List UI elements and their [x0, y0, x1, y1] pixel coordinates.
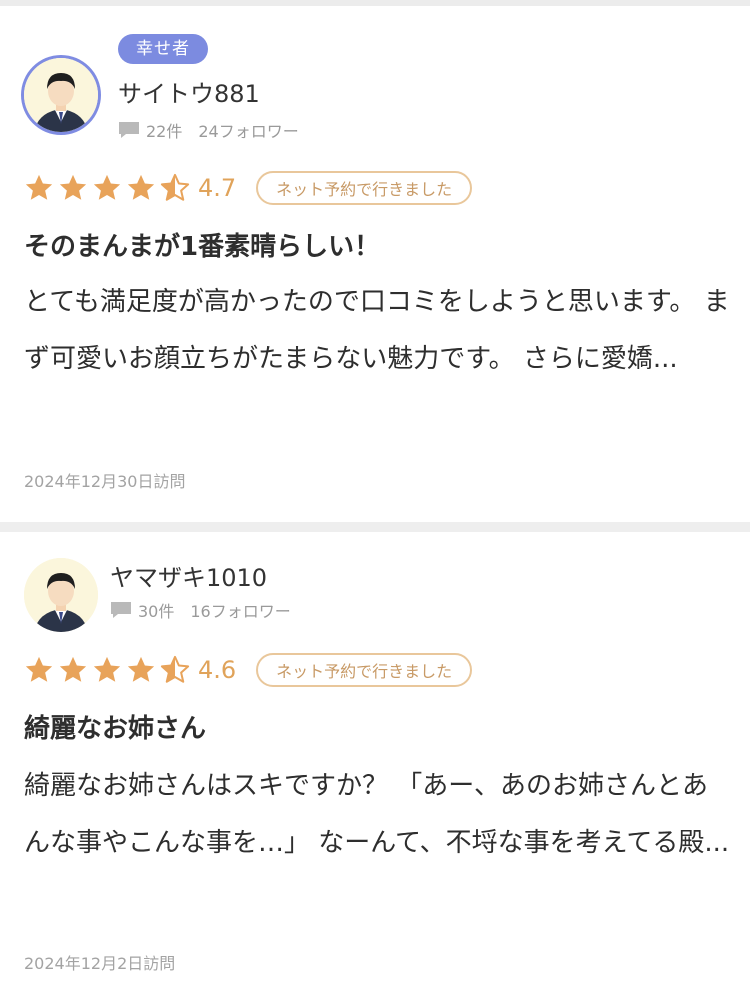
star-full-icon [25, 656, 53, 682]
booking-tag: ネット予約で行きました [256, 653, 473, 687]
visit-date: 2024年12月30日訪問 [24, 472, 186, 491]
user-rank-badge: 幸せ者 [118, 34, 208, 64]
rating-row: 4.7 ネット予約で行きました [24, 168, 473, 208]
rating-row: 4.6 ネット予約で行きました [24, 650, 473, 690]
post-count: 22件 [146, 122, 183, 141]
post-count: 30件 [138, 602, 175, 621]
star-full-icon [93, 174, 121, 200]
star-rating [24, 173, 194, 203]
user-avatar-icon [24, 558, 98, 632]
review-body[interactable]: とても満足度が高かったので口コミをしようと思います。 まず可愛いお顔立ちがたまら… [24, 274, 730, 388]
comment-icon [111, 602, 131, 618]
user-stats: 30件 16フォロワー [110, 598, 291, 622]
star-full-icon [93, 656, 121, 682]
star-full-icon [127, 174, 155, 200]
star-partial-icon [160, 655, 190, 683]
star-full-icon [59, 174, 87, 200]
star-full-icon [25, 174, 53, 200]
star-partial-icon [160, 173, 190, 201]
star-rating [24, 655, 194, 685]
rating-score: 4.7 [198, 174, 237, 202]
review-body[interactable]: 綺麗なお姉さんはスキですか？ 「あー、あのお姉さんとあんな事やこんな事を…」 な… [24, 758, 730, 872]
star-full-icon [127, 656, 155, 682]
username[interactable]: サイトウ881 [118, 74, 260, 109]
user-stats: 22件 24フォロワー [118, 118, 299, 142]
rating-score: 4.6 [198, 656, 237, 684]
username[interactable]: ヤマザキ1010 [110, 558, 267, 593]
review-title[interactable]: 綺麗なお姉さん [24, 708, 206, 745]
review-divider [0, 522, 750, 532]
follower-count: 16フォロワー [190, 602, 291, 621]
user-avatar-icon [24, 58, 98, 132]
comment-icon [119, 122, 139, 138]
visit-date: 2024年12月2日訪問 [24, 954, 176, 973]
review-title[interactable]: そのまんまが1番素晴らしい！ [24, 226, 380, 263]
star-full-icon [59, 656, 87, 682]
booking-tag: ネット予約で行きました [256, 171, 473, 205]
review-card: 幸せ者 サイトウ881 22件 24フォロワー 4.7 ネット予約で行きました … [0, 0, 750, 525]
review-card: ヤマザキ1010 30件 16フォロワー 4.6 ネット予約で行きました 綺麗な… [0, 532, 750, 1000]
avatar[interactable] [24, 58, 98, 132]
follower-count: 24フォロワー [198, 122, 299, 141]
avatar[interactable] [24, 558, 98, 632]
